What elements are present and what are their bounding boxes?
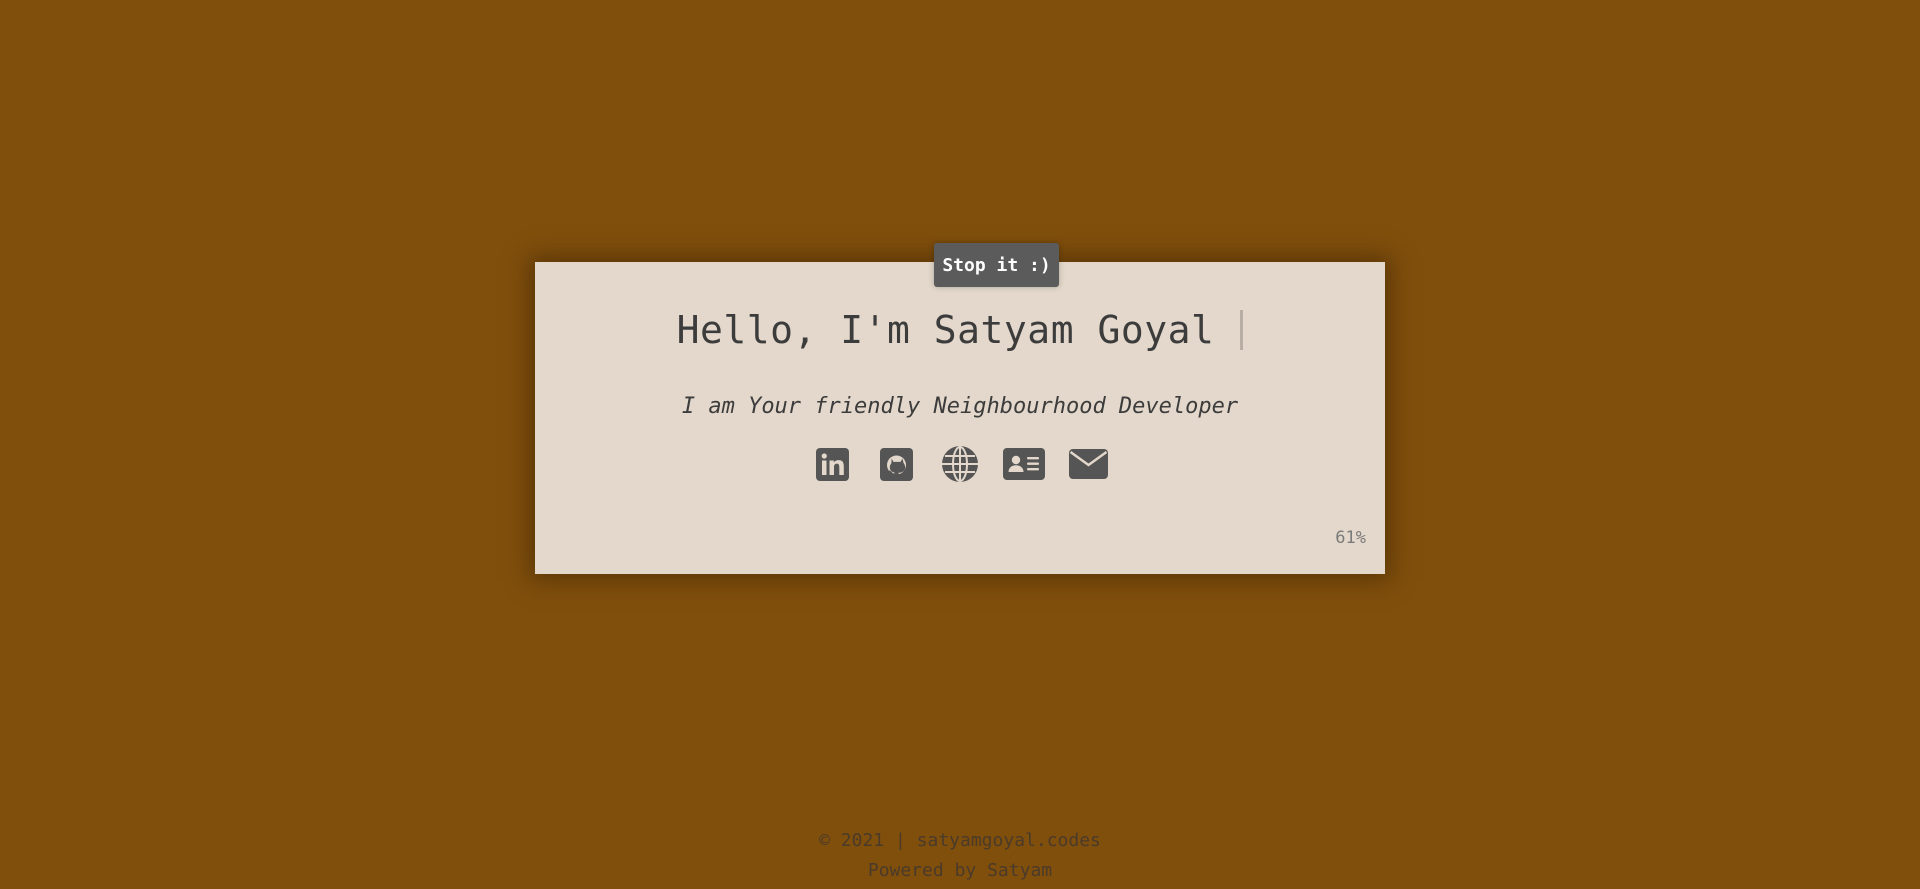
- page: Stop it :) Hello, I'm Satyam Goyal I am …: [0, 0, 1920, 889]
- footer-powered-line: Powered by Satyam: [0, 856, 1920, 886]
- globe-icon[interactable]: [939, 444, 981, 484]
- footer: © 2021 | satyamgoyal.codes Powered by Sa…: [0, 826, 1920, 886]
- footer-site-link[interactable]: satyamgoyal.codes: [917, 830, 1101, 851]
- github-icon[interactable]: [875, 444, 917, 484]
- typing-cursor: [1240, 309, 1244, 350]
- linkedin-icon[interactable]: [811, 444, 853, 484]
- footer-copyright-line: © 2021 | satyamgoyal.codes: [0, 826, 1920, 856]
- footer-powered-name-link[interactable]: Satyam: [987, 860, 1052, 881]
- social-links: [0, 444, 1920, 484]
- hero-subtitle: I am Your friendly Neighbourhood Develop…: [681, 394, 1239, 419]
- footer-powered-prefix: Powered by: [867, 860, 988, 881]
- footer-copyright: © 2021 |: [819, 830, 917, 851]
- contact-card-icon[interactable]: [1003, 444, 1045, 484]
- stop-animation-button[interactable]: Stop it :): [934, 243, 1059, 287]
- loading-progress-text: 61%: [1335, 528, 1366, 548]
- hero-title-row: Hello, I'm Satyam Goyal: [0, 300, 1920, 360]
- envelope-icon[interactable]: [1067, 444, 1109, 484]
- hero-title: Hello, I'm Satyam Goyal: [676, 308, 1215, 352]
